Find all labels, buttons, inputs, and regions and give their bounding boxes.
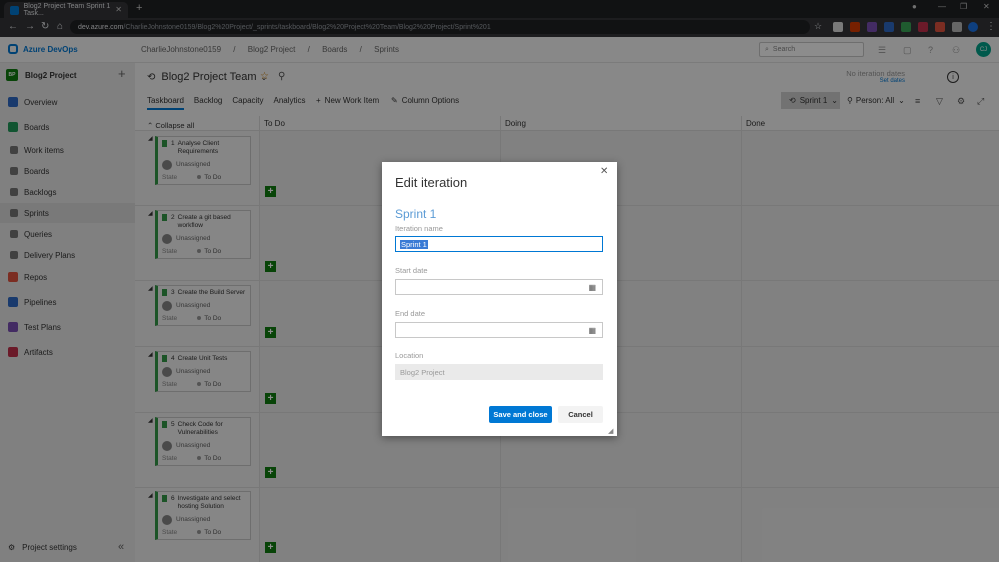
edit-iteration-dialog: Edit iteration ✕ Sprint 1 Iteration name… xyxy=(382,162,617,436)
dialog-title: Edit iteration xyxy=(395,175,468,190)
location-field: Blog2 Project xyxy=(395,364,603,380)
resize-grip-icon[interactable]: ◢ xyxy=(608,427,613,435)
iteration-name-label: Iteration name xyxy=(395,224,443,233)
close-icon[interactable]: ✕ xyxy=(600,166,608,177)
dialog-sprint-name: Sprint 1 xyxy=(395,207,437,221)
end-date-label: End date xyxy=(395,309,426,318)
save-and-close-button[interactable]: Save and close xyxy=(489,406,552,423)
start-date-label: Start date xyxy=(395,266,428,275)
end-date-input[interactable]: ▦ xyxy=(395,322,603,338)
cancel-button[interactable]: Cancel xyxy=(558,406,603,423)
iteration-name-value: Sprint 1 xyxy=(400,239,428,249)
start-date-input[interactable]: ▦ xyxy=(395,279,603,295)
location-value: Blog2 Project xyxy=(400,367,445,377)
calendar-icon[interactable]: ▦ xyxy=(588,326,596,335)
iteration-name-input[interactable]: Sprint 1 xyxy=(395,236,603,252)
location-label: Location xyxy=(395,351,424,360)
calendar-icon[interactable]: ▦ xyxy=(588,283,596,292)
